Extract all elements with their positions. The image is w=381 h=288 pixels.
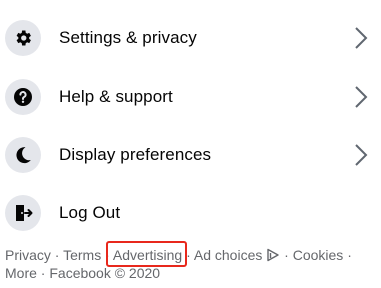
settings-privacy-item[interactable]: Settings & privacy	[0, 9, 381, 67]
copyright-text: Facebook © 2020	[49, 265, 161, 281]
chevron-right-icon	[355, 27, 368, 49]
terms-link[interactable]: Terms	[63, 247, 101, 263]
display-preferences-label: Display preferences	[59, 145, 212, 164]
ad-choices-label: Ad choices	[193, 247, 263, 263]
log-out-item[interactable]: Log Out	[0, 184, 381, 242]
separator: ·	[186, 247, 191, 263]
moon-icon	[5, 137, 41, 173]
chevron-right-icon	[355, 144, 368, 166]
gear-icon	[5, 20, 41, 56]
log-out-label: Log Out	[59, 203, 121, 222]
display-preferences-item[interactable]: Display preferences	[0, 126, 381, 184]
ad-choices-icon	[267, 248, 279, 262]
separator: ·	[347, 247, 352, 263]
separator: ·	[54, 247, 60, 263]
separator: ·	[105, 247, 110, 263]
settings-privacy-label: Settings & privacy	[59, 28, 197, 47]
logout-icon	[5, 195, 41, 231]
more-link[interactable]: More	[5, 265, 37, 281]
ad-choices-link[interactable]: Ad choices	[194, 247, 280, 263]
help-support-label: Help & support	[59, 87, 173, 106]
cookies-link[interactable]: Cookies	[293, 247, 344, 263]
privacy-link[interactable]: Privacy	[5, 247, 51, 263]
separator: ·	[284, 247, 289, 263]
footer-links: Privacy · Terms · Advertising · Ad choic…	[5, 246, 375, 282]
chevron-right-icon	[355, 86, 368, 108]
advertising-link[interactable]: Advertising	[113, 247, 182, 263]
help-support-item[interactable]: Help & support	[0, 68, 381, 126]
separator: ·	[40, 265, 46, 281]
question-icon	[5, 79, 41, 115]
